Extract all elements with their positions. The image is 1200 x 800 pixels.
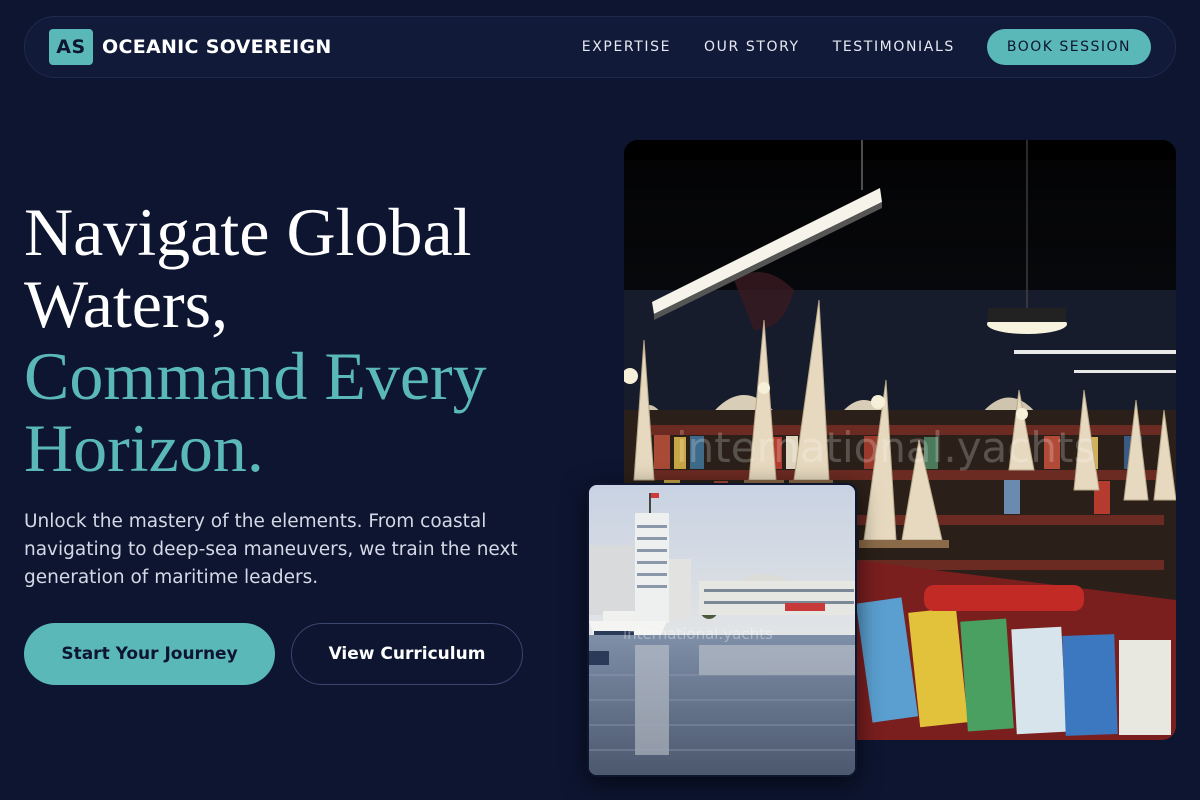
hero-accent-line-2: Horizon. bbox=[24, 410, 264, 486]
logo-badge[interactable]: AS bbox=[49, 29, 93, 65]
brand-name[interactable]: OCEANIC SOVEREIGN bbox=[102, 36, 332, 58]
main-image-watermark: international.yachts bbox=[676, 423, 1095, 472]
hero-title-line-2: Waters, bbox=[24, 266, 229, 342]
start-journey-button[interactable]: Start Your Journey bbox=[24, 623, 275, 685]
book-session-button[interactable]: BOOK SESSION bbox=[986, 29, 1151, 65]
hero-subtitle: Unlock the mastery of the elements. From… bbox=[24, 511, 518, 588]
top-navbar: AS OCEANIC SOVEREIGN EXPERTISE OUR STORY… bbox=[24, 16, 1176, 78]
view-curriculum-button[interactable]: View Curriculum bbox=[291, 623, 523, 685]
hero-title: Navigate Global Waters, Command Every Ho… bbox=[24, 196, 584, 484]
nav-link-expertise[interactable]: EXPERTISE bbox=[582, 39, 671, 55]
hero-accent-line-1: Command Every bbox=[24, 338, 487, 414]
nav-links: EXPERTISE OUR STORY TESTIMONIALS bbox=[582, 39, 955, 55]
hero-title-line-1: Navigate Global bbox=[24, 194, 472, 270]
nav-link-our-story[interactable]: OUR STORY bbox=[704, 39, 800, 55]
hero-image-marina: international.yachts bbox=[587, 483, 857, 777]
marina-illustration: international.yachts bbox=[589, 485, 855, 775]
nav-link-testimonials[interactable]: TESTIMONIALS bbox=[833, 39, 955, 55]
secondary-image-watermark: international.yachts bbox=[623, 625, 773, 643]
